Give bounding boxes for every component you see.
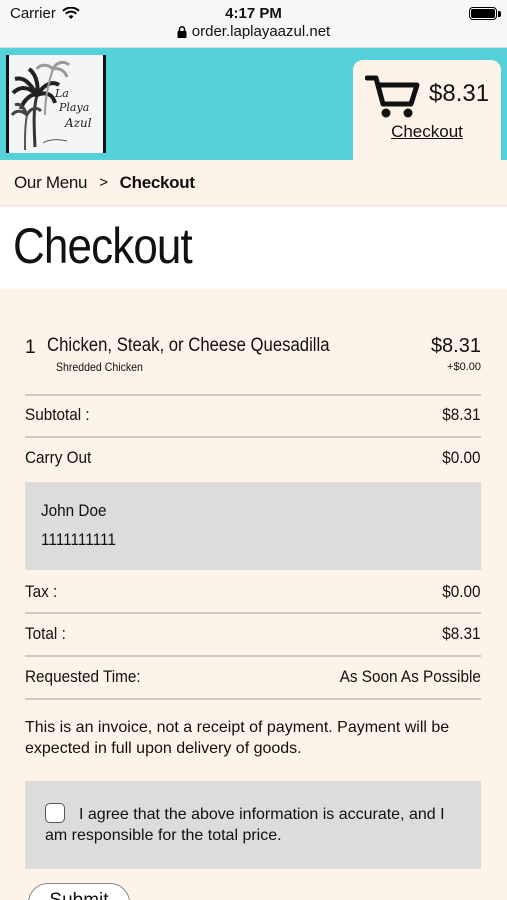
requested-time-row: Requested Time: As Soon As Possible xyxy=(25,657,481,697)
order-type-label: Carry Out xyxy=(25,448,92,467)
item-price: $8.31 xyxy=(430,335,481,357)
order-item: 1 Chicken, Steak, or Cheese Quesadilla S… xyxy=(25,329,481,395)
page-title: Checkout xyxy=(13,218,193,274)
breadcrumb-menu-link[interactable]: Our Menu xyxy=(14,173,87,193)
item-name: Chicken, Steak, or Cheese Quesadilla xyxy=(47,335,330,356)
tax-row: Tax : $0.00 xyxy=(25,572,481,612)
agreement-checkbox[interactable] xyxy=(45,803,65,823)
page-title-band: Checkout xyxy=(0,207,507,289)
tax-value: $0.00 xyxy=(442,582,481,601)
url-text: order.laplayaazul.net xyxy=(191,23,331,40)
address-bar[interactable]: order.laplayaazul.net xyxy=(0,23,507,40)
item-modifier-price: +$0.00 xyxy=(447,361,481,373)
agreement-label[interactable]: I agree that the above information is ac… xyxy=(45,806,445,844)
total-label: Total : xyxy=(25,624,66,643)
agreement-box: I agree that the above information is ac… xyxy=(25,781,481,869)
item-quantity: 1 xyxy=(25,337,36,358)
subtotal-label: Subtotal : xyxy=(25,405,90,424)
total-value: $8.31 xyxy=(442,624,481,643)
site-logo[interactable]: La Playa Azul xyxy=(6,55,106,153)
breadcrumb-separator: > xyxy=(99,174,108,191)
shopping-cart-icon[interactable] xyxy=(365,74,421,120)
submit-button[interactable]: Submit xyxy=(28,883,130,900)
browser-chrome: Carrier 4:17 PM order.laplayaazul.net xyxy=(0,0,507,48)
contact-name: John Doe xyxy=(41,501,107,520)
order-type-row: Carry Out $0.00 xyxy=(25,438,481,478)
order-type-value: $0.00 xyxy=(442,448,481,467)
contact-phone: 1111111111 xyxy=(41,530,116,549)
status-time: 4:17 PM xyxy=(225,5,282,22)
requested-time-label: Requested Time: xyxy=(25,667,141,686)
divider xyxy=(25,698,481,700)
item-modifier: Shredded Chicken xyxy=(56,360,143,374)
palm-tree-logo-icon: La Playa Azul xyxy=(10,60,92,151)
subtotal-value: $8.31 xyxy=(442,405,481,424)
checkout-link[interactable]: Checkout xyxy=(353,122,501,142)
breadcrumb-current: Checkout xyxy=(119,172,195,192)
svg-text:Playa: Playa xyxy=(58,101,89,114)
breadcrumb: Our Menu > Checkout xyxy=(0,160,507,206)
battery-icon xyxy=(469,7,497,20)
site-header: La Playa Azul $8.31 Checkout xyxy=(0,48,507,160)
requested-time-value: As Soon As Possible xyxy=(339,667,481,686)
svg-text:Azul: Azul xyxy=(64,116,92,130)
svg-text:La: La xyxy=(54,87,69,100)
invoice-notice: This is an invoice, not a receipt of pay… xyxy=(25,719,450,757)
cart-widget[interactable]: $8.31 Checkout xyxy=(353,60,501,160)
cart-total: $8.31 xyxy=(429,80,490,107)
tax-label: Tax : xyxy=(25,582,58,601)
lock-icon xyxy=(177,25,187,38)
total-row: Total : $8.31 xyxy=(25,614,481,654)
contact-info: John Doe 1111111111 xyxy=(25,482,481,570)
subtotal-row: Subtotal : $8.31 xyxy=(25,395,481,435)
